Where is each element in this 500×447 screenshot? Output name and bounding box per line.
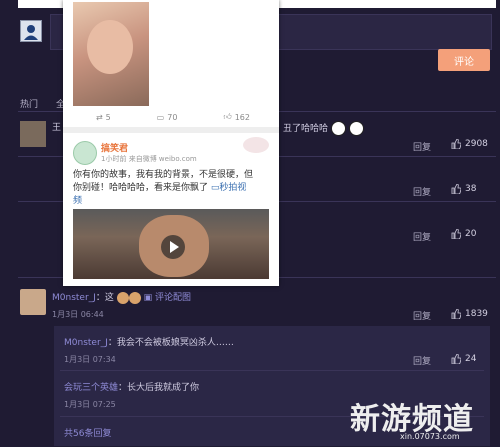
- post-image[interactable]: [73, 2, 149, 106]
- baby-face: [87, 20, 133, 74]
- video-thumbnail[interactable]: [73, 209, 269, 279]
- avatar[interactable]: [20, 121, 46, 147]
- like-button[interactable]: 1839: [451, 309, 488, 319]
- decorative-icon: [243, 137, 269, 153]
- watermark-url: xin.07073.com: [400, 432, 460, 441]
- avatar[interactable]: [20, 289, 46, 315]
- thumbs-up-icon: [451, 309, 461, 319]
- repost-icon: ⇄: [95, 112, 103, 122]
- video-link[interactable]: ▭秒拍视: [211, 183, 247, 193]
- like-button[interactable]: 38: [451, 184, 476, 194]
- post-meta: 1小时前 来自微博 weibo.com: [101, 155, 197, 163]
- comment-date: 1月3日 06:44: [52, 310, 104, 319]
- current-user-avatar: [20, 20, 42, 42]
- panda-emoji-icon: [348, 121, 364, 136]
- post-stats: ⇄ 5 ▭ 70 👍︎ 162: [73, 110, 273, 124]
- reply-button[interactable]: 回复: [413, 230, 431, 243]
- avatar[interactable]: [73, 141, 97, 165]
- cat-emoji-icon: [116, 291, 129, 304]
- video-link[interactable]: 频: [73, 195, 273, 208]
- thumbs-up-icon: [451, 184, 461, 194]
- like-button[interactable]: 20: [451, 229, 476, 239]
- comment-user[interactable]: 王: [52, 120, 61, 133]
- thumbs-up-icon: 👍︎: [223, 112, 232, 121]
- comment-icon: ▭: [156, 112, 165, 122]
- comment-user[interactable]: M0nster_J: [52, 293, 96, 303]
- tab-hot[interactable]: 热门: [20, 97, 38, 110]
- reply-button[interactable]: 回复: [413, 185, 431, 198]
- like-button[interactable]: 2908: [451, 139, 488, 149]
- comment-body: M0nster_J：这 ▣ 评论配图: [52, 290, 191, 304]
- repost-count[interactable]: ⇄ 5: [96, 113, 111, 122]
- post-text: 你有你的故事，我有我的背景，不是很硬，但 你别碰！哈哈哈哈，看来是你飘了 ▭秒拍…: [73, 169, 273, 208]
- panda-emoji-icon: [330, 121, 346, 136]
- cat-emoji-icon: [128, 291, 141, 304]
- thumbs-up-icon: [451, 354, 461, 364]
- like-button[interactable]: 24: [451, 354, 476, 364]
- sub-reply-user[interactable]: 会玩三个英雄: [64, 383, 118, 393]
- sub-reply-date: 1月3日 07:25: [64, 400, 116, 409]
- sub-reply-body: 会玩三个英雄：长大后我就成了你: [64, 380, 199, 393]
- comment-text: 丑了哈哈哈: [283, 121, 364, 136]
- play-icon[interactable]: [161, 235, 185, 259]
- like-count[interactable]: 👍︎ 162: [223, 112, 250, 122]
- reply-button[interactable]: 回复: [413, 309, 431, 322]
- comment-text: ：这: [95, 293, 114, 303]
- sub-reply-body: M0nster_J：我会不会被板娘冥凶杀人……: [64, 335, 234, 348]
- sub-reply-text: ：我会不会被板娘冥凶杀人……: [107, 338, 234, 348]
- reply-button[interactable]: 回复: [413, 354, 431, 367]
- submit-comment-button[interactable]: 评论: [438, 49, 490, 71]
- more-replies-link[interactable]: 共56条回复: [64, 426, 111, 439]
- thumbs-up-icon: [451, 139, 461, 149]
- sub-reply-user[interactable]: M0nster_J: [64, 338, 108, 348]
- view-image-link[interactable]: ▣ 评论配图: [144, 293, 191, 303]
- comment-count[interactable]: ▭ 70: [157, 113, 178, 122]
- sub-reply-text: ：长大后我就成了你: [118, 383, 200, 393]
- weibo-preview-popup: ⇄ 5 ▭ 70 👍︎ 162 搞笑君 1小时前 来自微博 weibo.com 你有你…: [63, 0, 279, 286]
- repost-card: 搞笑君 1小时前 来自微博 weibo.com 你有你的故事，我有我的背景，不是…: [63, 133, 279, 286]
- row-divider: [60, 370, 484, 371]
- reply-button[interactable]: 回复: [413, 140, 431, 153]
- poster-name[interactable]: 搞笑君: [101, 141, 128, 154]
- sub-reply-date: 1月3日 07:34: [64, 355, 116, 364]
- thumbs-up-icon: [451, 229, 461, 239]
